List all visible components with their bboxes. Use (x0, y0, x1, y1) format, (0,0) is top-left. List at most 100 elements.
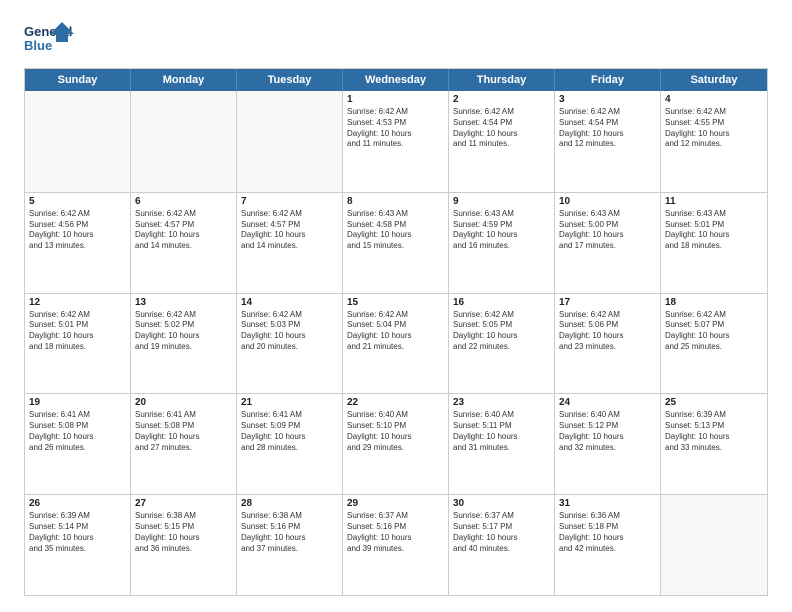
day-info: Sunrise: 6:42 AM Sunset: 4:53 PM Dayligh… (347, 107, 444, 150)
day-cell-28: 28 Sunrise: 6:38 AM Sunset: 5:16 PM Dayli… (237, 495, 343, 595)
day-cell-3: 3 Sunrise: 6:42 AM Sunset: 4:54 PM Daylig… (555, 91, 661, 192)
day-number: 20 (135, 397, 232, 408)
day-number: 22 (347, 397, 444, 408)
day-cell-21: 21 Sunrise: 6:41 AM Sunset: 5:09 PM Dayli… (237, 394, 343, 494)
empty-cell-0-0 (25, 91, 131, 192)
day-number: 13 (135, 297, 232, 308)
day-info: Sunrise: 6:42 AM Sunset: 5:05 PM Dayligh… (453, 310, 550, 353)
day-cell-4: 4 Sunrise: 6:42 AM Sunset: 4:55 PM Daylig… (661, 91, 767, 192)
day-info: Sunrise: 6:40 AM Sunset: 5:10 PM Dayligh… (347, 410, 444, 453)
day-number: 24 (559, 397, 656, 408)
day-cell-30: 30 Sunrise: 6:37 AM Sunset: 5:17 PM Dayli… (449, 495, 555, 595)
day-cell-15: 15 Sunrise: 6:42 AM Sunset: 5:04 PM Dayli… (343, 294, 449, 394)
day-number: 25 (665, 397, 763, 408)
calendar: SundayMondayTuesdayWednesdayThursdayFrid… (24, 68, 768, 596)
calendar-row-2: 12Sunrise: 6:42 AM Sunset: 5:01 PM Dayli… (25, 293, 767, 394)
day-cell-25: 25Sunrise: 6:39 AM Sunset: 5:13 PM Dayli… (661, 394, 767, 494)
day-number: 15 (347, 297, 444, 308)
day-info: Sunrise: 6:39 AM Sunset: 5:14 PM Dayligh… (29, 511, 126, 554)
empty-cell-0-2 (237, 91, 343, 192)
day-number: 19 (29, 397, 126, 408)
day-number: 21 (241, 397, 338, 408)
day-info: Sunrise: 6:38 AM Sunset: 5:16 PM Dayligh… (241, 511, 338, 554)
logo-svg: GeneralBlue (24, 20, 76, 58)
day-info: Sunrise: 6:42 AM Sunset: 4:57 PM Dayligh… (241, 209, 338, 252)
day-number: 4 (665, 94, 763, 105)
day-info: Sunrise: 6:40 AM Sunset: 5:11 PM Dayligh… (453, 410, 550, 453)
day-cell-9: 9 Sunrise: 6:43 AM Sunset: 4:59 PM Daylig… (449, 193, 555, 293)
page: GeneralBlue SundayMondayTuesdayWednesday… (0, 0, 792, 612)
day-number: 28 (241, 498, 338, 509)
day-cell-20: 20 Sunrise: 6:41 AM Sunset: 5:08 PM Dayli… (131, 394, 237, 494)
day-info: Sunrise: 6:38 AM Sunset: 5:15 PM Dayligh… (135, 511, 232, 554)
calendar-header: SundayMondayTuesdayWednesdayThursdayFrid… (25, 69, 767, 91)
day-info: Sunrise: 6:41 AM Sunset: 5:08 PM Dayligh… (135, 410, 232, 453)
weekday-header-saturday: Saturday (661, 69, 767, 91)
day-info: Sunrise: 6:43 AM Sunset: 5:00 PM Dayligh… (559, 209, 656, 252)
logo: GeneralBlue (24, 20, 76, 58)
weekday-header-friday: Friday (555, 69, 661, 91)
day-number: 8 (347, 196, 444, 207)
day-cell-31: 31Sunrise: 6:36 AM Sunset: 5:18 PM Dayli… (555, 495, 661, 595)
day-number: 14 (241, 297, 338, 308)
day-number: 23 (453, 397, 550, 408)
day-cell-8: 8 Sunrise: 6:43 AM Sunset: 4:58 PM Daylig… (343, 193, 449, 293)
day-cell-24: 24 Sunrise: 6:40 AM Sunset: 5:12 PM Dayli… (555, 394, 661, 494)
day-number: 29 (347, 498, 444, 509)
day-info: Sunrise: 6:42 AM Sunset: 4:54 PM Dayligh… (453, 107, 550, 150)
day-cell-11: 11 Sunrise: 6:43 AM Sunset: 5:01 PM Dayli… (661, 193, 767, 293)
day-info: Sunrise: 6:41 AM Sunset: 5:09 PM Dayligh… (241, 410, 338, 453)
day-info: Sunrise: 6:37 AM Sunset: 5:17 PM Dayligh… (453, 511, 550, 554)
day-number: 10 (559, 196, 656, 207)
day-cell-16: 16 Sunrise: 6:42 AM Sunset: 5:05 PM Dayli… (449, 294, 555, 394)
day-cell-27: 27 Sunrise: 6:38 AM Sunset: 5:15 PM Dayli… (131, 495, 237, 595)
empty-cell-0-1 (131, 91, 237, 192)
day-cell-5: 5 Sunrise: 6:42 AM Sunset: 4:56 PM Daylig… (25, 193, 131, 293)
calendar-body: 1 Sunrise: 6:42 AM Sunset: 4:53 PM Daylig… (25, 91, 767, 595)
day-info: Sunrise: 6:43 AM Sunset: 4:59 PM Dayligh… (453, 209, 550, 252)
day-info: Sunrise: 6:40 AM Sunset: 5:12 PM Dayligh… (559, 410, 656, 453)
day-number: 2 (453, 94, 550, 105)
weekday-header-wednesday: Wednesday (343, 69, 449, 91)
day-number: 27 (135, 498, 232, 509)
day-info: Sunrise: 6:43 AM Sunset: 4:58 PM Dayligh… (347, 209, 444, 252)
day-cell-26: 26Sunrise: 6:39 AM Sunset: 5:14 PM Dayli… (25, 495, 131, 595)
day-number: 11 (665, 196, 763, 207)
day-info: Sunrise: 6:42 AM Sunset: 4:55 PM Dayligh… (665, 107, 763, 150)
day-info: Sunrise: 6:42 AM Sunset: 4:56 PM Dayligh… (29, 209, 126, 252)
day-cell-12: 12Sunrise: 6:42 AM Sunset: 5:01 PM Dayli… (25, 294, 131, 394)
weekday-header-thursday: Thursday (449, 69, 555, 91)
day-info: Sunrise: 6:42 AM Sunset: 5:04 PM Dayligh… (347, 310, 444, 353)
day-number: 5 (29, 196, 126, 207)
day-cell-10: 10 Sunrise: 6:43 AM Sunset: 5:00 PM Dayli… (555, 193, 661, 293)
day-cell-17: 17Sunrise: 6:42 AM Sunset: 5:06 PM Dayli… (555, 294, 661, 394)
day-info: Sunrise: 6:42 AM Sunset: 5:02 PM Dayligh… (135, 310, 232, 353)
day-number: 9 (453, 196, 550, 207)
day-number: 3 (559, 94, 656, 105)
weekday-header-monday: Monday (131, 69, 237, 91)
calendar-row-4: 26Sunrise: 6:39 AM Sunset: 5:14 PM Dayli… (25, 494, 767, 595)
day-info: Sunrise: 6:43 AM Sunset: 5:01 PM Dayligh… (665, 209, 763, 252)
empty-cell-4-6 (661, 495, 767, 595)
weekday-header-sunday: Sunday (25, 69, 131, 91)
day-number: 1 (347, 94, 444, 105)
day-cell-1: 1 Sunrise: 6:42 AM Sunset: 4:53 PM Daylig… (343, 91, 449, 192)
day-cell-29: 29Sunrise: 6:37 AM Sunset: 5:16 PM Dayli… (343, 495, 449, 595)
day-info: Sunrise: 6:42 AM Sunset: 4:54 PM Dayligh… (559, 107, 656, 150)
day-number: 31 (559, 498, 656, 509)
day-number: 16 (453, 297, 550, 308)
day-number: 30 (453, 498, 550, 509)
calendar-row-1: 5 Sunrise: 6:42 AM Sunset: 4:56 PM Daylig… (25, 192, 767, 293)
day-cell-2: 2 Sunrise: 6:42 AM Sunset: 4:54 PM Daylig… (449, 91, 555, 192)
day-cell-19: 19Sunrise: 6:41 AM Sunset: 5:08 PM Dayli… (25, 394, 131, 494)
day-cell-18: 18Sunrise: 6:42 AM Sunset: 5:07 PM Dayli… (661, 294, 767, 394)
day-cell-13: 13 Sunrise: 6:42 AM Sunset: 5:02 PM Dayli… (131, 294, 237, 394)
day-number: 17 (559, 297, 656, 308)
day-info: Sunrise: 6:42 AM Sunset: 5:01 PM Dayligh… (29, 310, 126, 353)
day-info: Sunrise: 6:42 AM Sunset: 5:07 PM Dayligh… (665, 310, 763, 353)
day-number: 7 (241, 196, 338, 207)
day-info: Sunrise: 6:42 AM Sunset: 5:03 PM Dayligh… (241, 310, 338, 353)
day-info: Sunrise: 6:42 AM Sunset: 4:57 PM Dayligh… (135, 209, 232, 252)
weekday-header-tuesday: Tuesday (237, 69, 343, 91)
header: GeneralBlue (24, 20, 768, 58)
